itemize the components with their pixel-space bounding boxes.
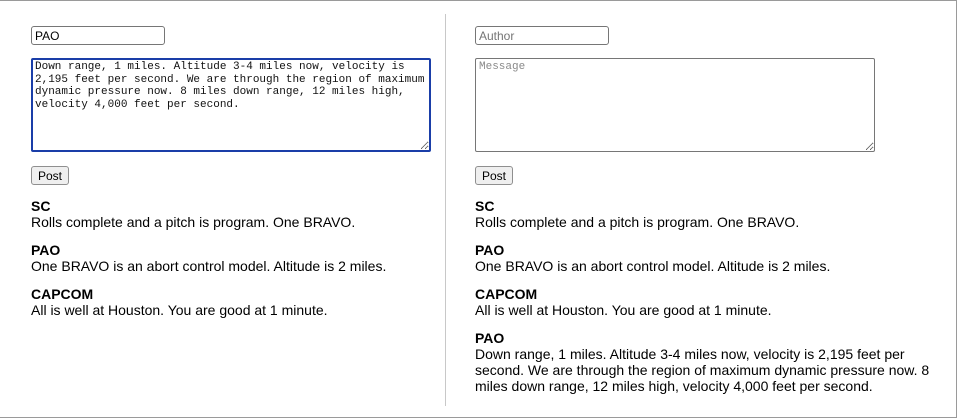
message-author: SC — [31, 198, 51, 214]
message-list: SC Rolls complete and a pitch is program… — [475, 198, 945, 406]
pane-divider — [445, 14, 446, 406]
message-text: Rolls complete and a pitch is program. O… — [475, 214, 800, 230]
author-input[interactable] — [31, 26, 165, 45]
message-text: All is well at Houston. You are good at … — [31, 302, 328, 318]
message-text: All is well at Houston. You are good at … — [475, 302, 772, 318]
message-item: PAO One BRAVO is an abort control model.… — [475, 242, 945, 274]
message-author: PAO — [31, 242, 61, 258]
message-item: PAO Down range, 1 miles. Altitude 3-4 mi… — [475, 330, 945, 394]
message-item: PAO One BRAVO is an abort control model.… — [31, 242, 431, 274]
message-text: One BRAVO is an abort control model. Alt… — [31, 258, 387, 274]
message-author: CAPCOM — [31, 286, 94, 302]
message-author: CAPCOM — [475, 286, 538, 302]
message-textarea[interactable] — [475, 58, 875, 152]
message-item: SC Rolls complete and a pitch is program… — [31, 198, 431, 230]
message-list: SC Rolls complete and a pitch is program… — [31, 198, 431, 330]
message-author: PAO — [475, 242, 505, 258]
message-item: SC Rolls complete and a pitch is program… — [475, 198, 945, 230]
message-author: SC — [475, 198, 495, 214]
post-button[interactable]: Post — [31, 166, 70, 185]
message-text: Down range, 1 miles. Altitude 3-4 miles … — [475, 346, 930, 394]
message-text: One BRAVO is an abort control model. Alt… — [475, 258, 831, 274]
message-text: Rolls complete and a pitch is program. O… — [31, 214, 356, 230]
author-input[interactable] — [475, 26, 609, 45]
message-item: CAPCOM All is well at Houston. You are g… — [31, 286, 431, 318]
post-button[interactable]: Post — [475, 166, 514, 185]
message-textarea[interactable] — [31, 58, 431, 152]
message-author: PAO — [475, 330, 505, 346]
message-item: CAPCOM All is well at Houston. You are g… — [475, 286, 945, 318]
